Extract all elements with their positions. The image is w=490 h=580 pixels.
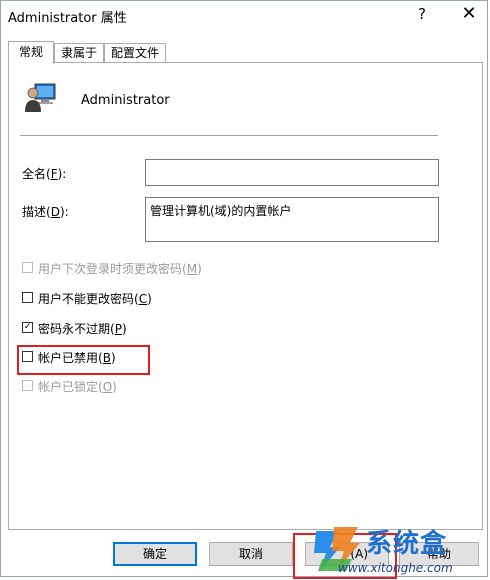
close-icon[interactable]: ✕	[459, 3, 479, 25]
watermark-logo: 系统盒 www.xitonghe.com	[298, 519, 488, 580]
properties-dialog: Administrator 属性 ? ✕ 常规 隶属于 配置文件 Adminis…	[0, 0, 488, 580]
checkbox-box[interactable]	[22, 380, 33, 391]
tab-member-of[interactable]: 隶属于	[54, 43, 104, 62]
watermark-text: 系统盒	[366, 529, 448, 559]
description-label: 描述(D):	[22, 205, 69, 219]
highlight-annotation	[17, 345, 150, 375]
fullname-input[interactable]	[145, 159, 439, 186]
user-name: Administrator	[81, 93, 170, 108]
cancel-button[interactable]: 取消	[209, 542, 293, 566]
title-bar: Administrator 属性 ? ✕	[1, 1, 487, 31]
tab-profile[interactable]: 配置文件	[104, 43, 166, 62]
checkbox-box[interactable]: ✓	[22, 322, 33, 333]
tab-general[interactable]: 常规	[8, 41, 54, 64]
watermark-url: www.xitonghe.com	[338, 561, 453, 575]
user-account-icon	[25, 83, 56, 112]
checkbox-box[interactable]	[22, 262, 33, 273]
window-title: Administrator 属性	[8, 11, 127, 26]
ok-button[interactable]: 确定	[113, 542, 197, 566]
description-input[interactable]: 管理计算机(域)的内置帐户	[145, 197, 439, 242]
help-icon[interactable]: ?	[413, 5, 431, 25]
checkbox-box[interactable]	[22, 292, 33, 303]
fullname-label: 全名(F):	[22, 167, 67, 181]
separator	[20, 135, 438, 136]
